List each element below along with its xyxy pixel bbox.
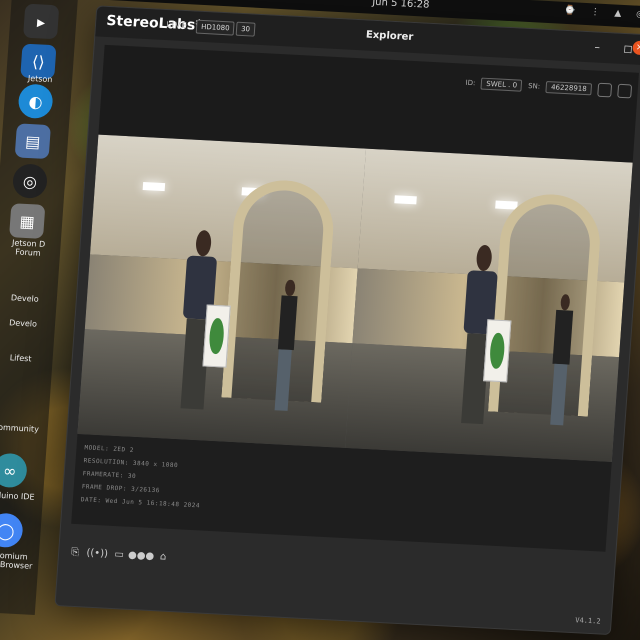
dock-label-community: Community [0, 422, 40, 434]
left-eye-view [77, 134, 366, 448]
dock-label-forum: Jetson D Forum [11, 238, 46, 258]
bottom-toolbar: ⎘ ((•)) ▭ ●●● ⌂ [69, 546, 170, 563]
dock-label-develo-2: Develo [8, 318, 38, 329]
settings-icon[interactable] [617, 83, 633, 99]
right-eye-view [344, 148, 633, 462]
live-label: LIVE [165, 20, 188, 31]
sn-value[interactable]: 46228918 [545, 81, 593, 96]
record-icon[interactable] [597, 82, 613, 98]
id-select[interactable]: SWEL . 0 [480, 77, 523, 92]
arduino-icon[interactable]: ∞ [0, 452, 28, 489]
dock-label-arduino: Arduino IDE [0, 490, 35, 502]
record-button-icon[interactable]: ▭ [113, 548, 126, 561]
fps-select[interactable]: 30 [235, 21, 256, 37]
version-label: V4.1.2 [575, 616, 601, 626]
resolution-select[interactable]: HD1080 [195, 19, 236, 36]
system-tray[interactable]: ⌚ ⋮ ▲ ◎ ⏻ [564, 6, 640, 22]
stream-icon[interactable]: ((•)) [86, 547, 108, 560]
camera-controls: ID: SWEL . 0 SN: 46228918 [465, 76, 633, 99]
terminal-icon[interactable]: ▸ [23, 3, 60, 40]
screen-view: Jun 5 16:28 ⌚ ⋮ ▲ ◎ ⏻ ▸ ⟨⟩ ◐ ▤ ◎ ▦ ∞ ◯ g… [0, 0, 640, 640]
clock[interactable]: Jun 5 16:28 [372, 0, 430, 11]
stereo-video-feed [77, 134, 633, 462]
dock-label-develo-1: Develo [10, 293, 40, 304]
folder-icon[interactable]: ⎘ [69, 546, 82, 559]
chromium-icon[interactable]: ◯ [0, 512, 24, 549]
id-label: ID: [465, 78, 476, 88]
obs-icon[interactable]: ◎ [11, 163, 49, 199]
dock-label-chromium: Chromium Web Browser [0, 550, 33, 571]
browser-icon[interactable]: ◐ [17, 83, 54, 120]
dock-label-lifest: Lifest [9, 353, 32, 364]
files-icon[interactable]: ▤ [14, 123, 51, 160]
snapshot-icon[interactable]: ⌂ [157, 550, 170, 563]
window-title: Explorer [365, 29, 414, 43]
dock-label-jetson: Jetson [27, 73, 53, 85]
brand-logo: StereoLabs* [105, 12, 204, 34]
more-icon[interactable]: ●●● [128, 549, 155, 562]
sn-label: SN: [527, 82, 541, 91]
app-icon[interactable]: ▦ [9, 203, 46, 239]
app-window: StereoLabs* LIVE HD1080 30 Explorer – ◻ … [54, 5, 640, 636]
